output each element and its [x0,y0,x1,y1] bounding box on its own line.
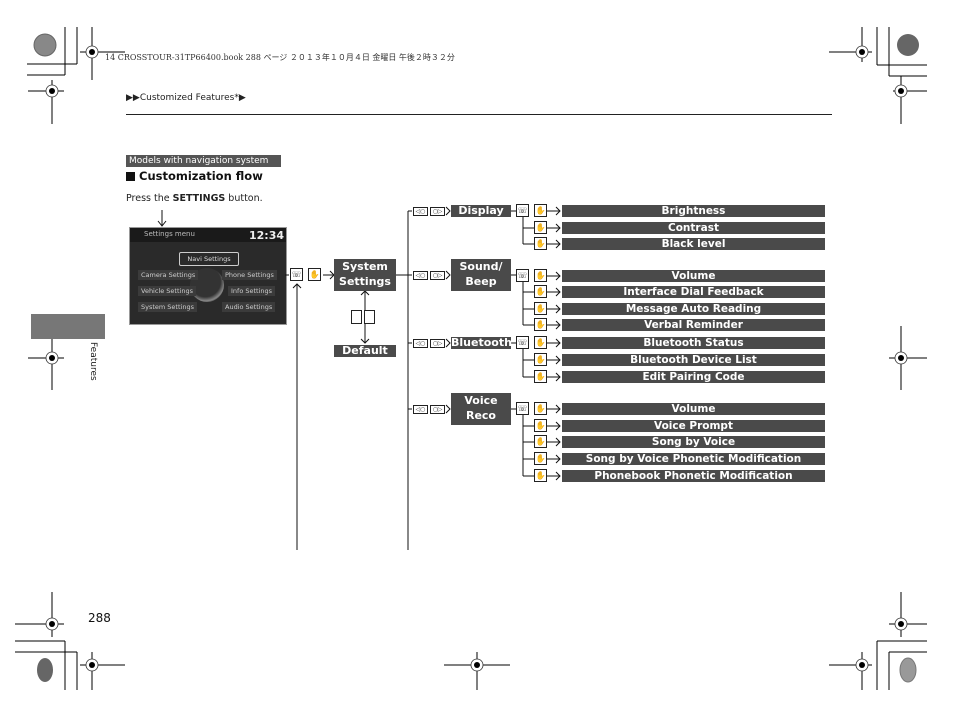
select-icon: ✋ [534,452,547,465]
select-icon: ✋ [534,419,547,432]
rotate-left-icon: ◁○ [413,207,428,216]
press-knob-icon: ☏ [290,268,303,281]
rotate-left-icon: ◁○ [413,405,428,414]
setting-item[interactable]: Contrast [562,222,825,234]
rotate-right-icon: ○▷ [430,405,445,414]
category-sound-beep[interactable]: Sound/Beep [451,259,511,291]
press-knob-icon: ☏ [516,336,529,349]
rotate-left-icon: ◁○ [413,339,428,348]
select-icon: ✋ [534,318,547,331]
select-icon: ✋ [534,469,547,482]
rotate-right-icon: ○▷ [430,339,445,348]
press-knob-icon: ☏ [516,402,529,415]
setting-item[interactable]: Brightness [562,205,825,217]
rotate-left-icon: ◁○ [413,271,428,280]
press-knob-icon: ☏ [516,269,529,282]
setting-item[interactable]: Song by Voice Phonetic Modification [562,453,825,465]
category-display[interactable]: Display [451,205,511,217]
rotate-down-icon [364,310,375,324]
setting-item[interactable]: Volume [562,270,825,282]
setting-item[interactable]: Interface Dial Feedback [562,286,825,298]
setting-item[interactable]: Verbal Reminder [562,319,825,331]
setting-item[interactable]: Bluetooth Device List [562,354,825,366]
rotate-up-icon [351,310,362,324]
select-icon: ✋ [534,237,547,250]
setting-item[interactable]: Volume [562,403,825,415]
select-icon: ✋ [534,204,547,217]
select-icon: ✋ [534,435,547,448]
press-knob-icon: ☏ [516,204,529,217]
select-icon: ✋ [534,285,547,298]
setting-item[interactable]: Phonebook Phonetic Modification [562,470,825,482]
select-icon: ✋ [308,268,321,281]
select-icon: ✋ [534,302,547,315]
select-icon: ✋ [534,221,547,234]
rotate-right-icon: ○▷ [430,207,445,216]
setting-item[interactable]: Edit Pairing Code [562,371,825,383]
setting-item[interactable]: Black level [562,238,825,250]
setting-item[interactable]: Message Auto Reading [562,303,825,315]
setting-item[interactable]: Song by Voice [562,436,825,448]
select-icon: ✋ [534,402,547,415]
system-settings-box[interactable]: System Settings [334,259,396,291]
category-bluetooth[interactable]: Bluetooth [451,337,512,349]
setting-item[interactable]: Bluetooth Status [562,337,825,349]
default-box[interactable]: Default [334,345,396,357]
select-icon: ✋ [534,336,547,349]
select-icon: ✋ [534,370,547,383]
select-icon: ✋ [534,269,547,282]
category-voice-reco[interactable]: Voice Reco [451,393,511,425]
setting-item[interactable]: Voice Prompt [562,420,825,432]
rotate-right-icon: ○▷ [430,271,445,280]
select-icon: ✋ [534,353,547,366]
